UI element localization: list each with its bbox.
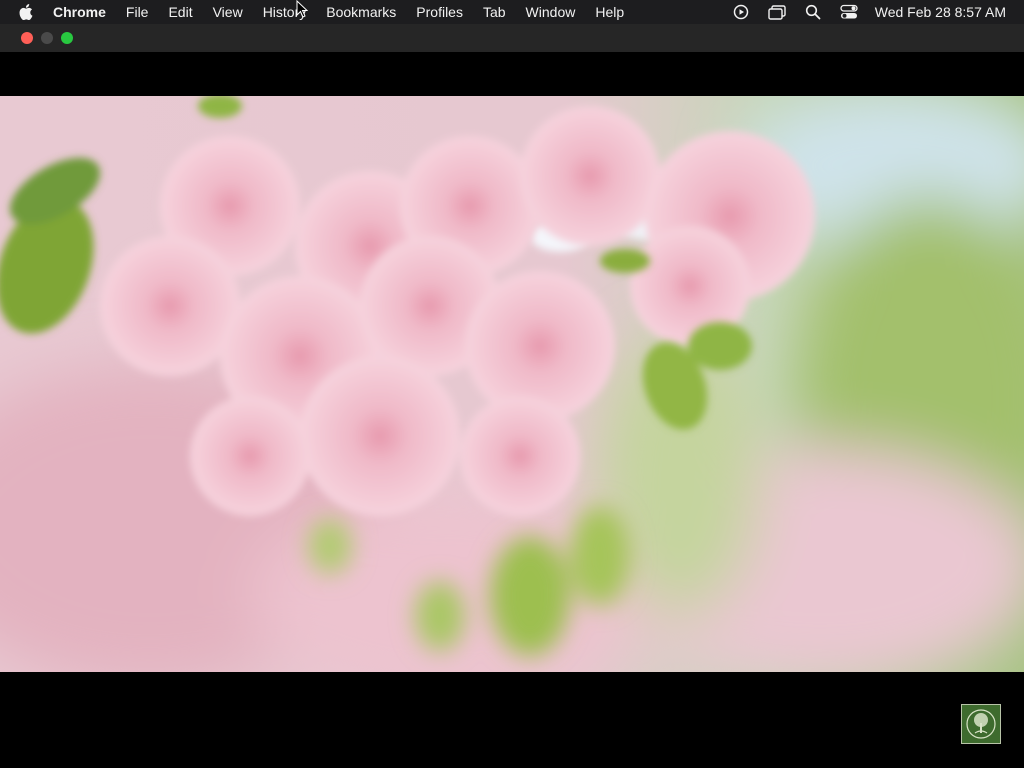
menu-profiles[interactable]: Profiles bbox=[406, 0, 473, 24]
menu-history[interactable]: History bbox=[253, 0, 317, 24]
menu-bar: Chrome File Edit View History Bookmarks … bbox=[0, 0, 1024, 24]
cherry-blossom-image bbox=[0, 96, 1024, 672]
menu-app-chrome[interactable]: Chrome bbox=[53, 0, 116, 24]
menu-bar-status-area: Wed Feb 28 8:57 AM bbox=[714, 0, 1006, 24]
menu-window[interactable]: Window bbox=[516, 0, 586, 24]
menu-tab[interactable]: Tab bbox=[473, 0, 516, 24]
window-zoom-button[interactable] bbox=[61, 32, 73, 44]
video-player[interactable] bbox=[0, 52, 1024, 768]
menu-help[interactable]: Help bbox=[585, 0, 634, 24]
menu-view[interactable]: View bbox=[203, 0, 253, 24]
video-frame-cherry-blossoms[interactable] bbox=[0, 96, 1024, 672]
screen-mirroring-icon[interactable] bbox=[768, 3, 786, 21]
apple-logo-icon[interactable] bbox=[19, 4, 33, 20]
window-close-button[interactable] bbox=[21, 32, 33, 44]
spotlight-search-icon[interactable] bbox=[804, 3, 822, 21]
menu-bookmarks[interactable]: Bookmarks bbox=[316, 0, 406, 24]
channel-logo-icon[interactable] bbox=[961, 704, 1001, 744]
menu-file[interactable]: File bbox=[116, 0, 159, 24]
menu-edit[interactable]: Edit bbox=[158, 0, 202, 24]
menu-bar-left: Chrome File Edit View History Bookmarks … bbox=[0, 0, 634, 24]
window-minimize-button[interactable] bbox=[41, 32, 53, 44]
control-center-icon[interactable] bbox=[840, 3, 858, 21]
menu-bar-clock[interactable]: Wed Feb 28 8:57 AM bbox=[875, 4, 1006, 20]
window-title-bar bbox=[0, 24, 1024, 52]
screen-recording-icon[interactable] bbox=[732, 3, 750, 21]
